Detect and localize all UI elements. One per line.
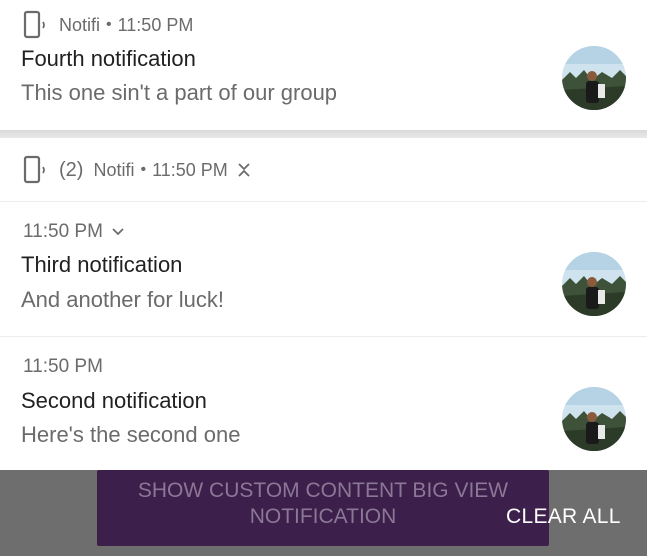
notification-time: 11:50 PM (152, 159, 228, 180)
notification-group-card[interactable]: (2) Notifi • 11:50 PM 11:50 PM Third not… (0, 138, 647, 470)
notification-time: 11:50 PM (117, 14, 194, 35)
chevron-down-icon[interactable] (111, 227, 125, 237)
notification-title: Second notification (21, 388, 207, 413)
phone-vibrate-icon (23, 10, 45, 39)
phone-vibrate-icon (23, 155, 45, 184)
app-name: Notifi (93, 159, 135, 180)
collapse-icon[interactable] (236, 161, 252, 179)
avatar (562, 46, 626, 110)
notification-body: Here's the second one (21, 422, 241, 447)
group-header[interactable]: (2) Notifi • 11:50 PM (23, 155, 252, 185)
notification-body: And another for luck! (21, 287, 225, 312)
notification-body: This one sin't a part of our group (21, 80, 338, 105)
separator-dot: • (140, 161, 147, 178)
separator-dot: • (106, 16, 112, 33)
clear-all-button[interactable]: CLEAR ALL (506, 505, 621, 529)
notification-title: Third notification (21, 252, 183, 277)
avatar (562, 387, 626, 451)
avatar (562, 252, 626, 316)
card-shadow (0, 130, 647, 138)
group-count: (2) (59, 158, 84, 181)
notification-title: Fourth notification (21, 46, 196, 71)
notification-time: 11:50 PM (23, 356, 103, 377)
show-custom-big-view-button[interactable]: SHOW CUSTOM CONTENT BIG VIEW NOTIFICATIO… (97, 470, 549, 546)
notification-header: Notifi • 11:50 PM (23, 10, 193, 40)
notification-card-fourth[interactable]: Notifi • 11:50 PM Fourth notification Th… (0, 0, 647, 130)
divider (0, 336, 647, 337)
notification-time-row: 11:50 PM (23, 221, 125, 243)
divider (0, 201, 647, 202)
notification-time: 11:50 PM (23, 221, 103, 242)
notification-time-row: 11:50 PM (23, 356, 103, 378)
app-name: Notifi (59, 14, 101, 35)
